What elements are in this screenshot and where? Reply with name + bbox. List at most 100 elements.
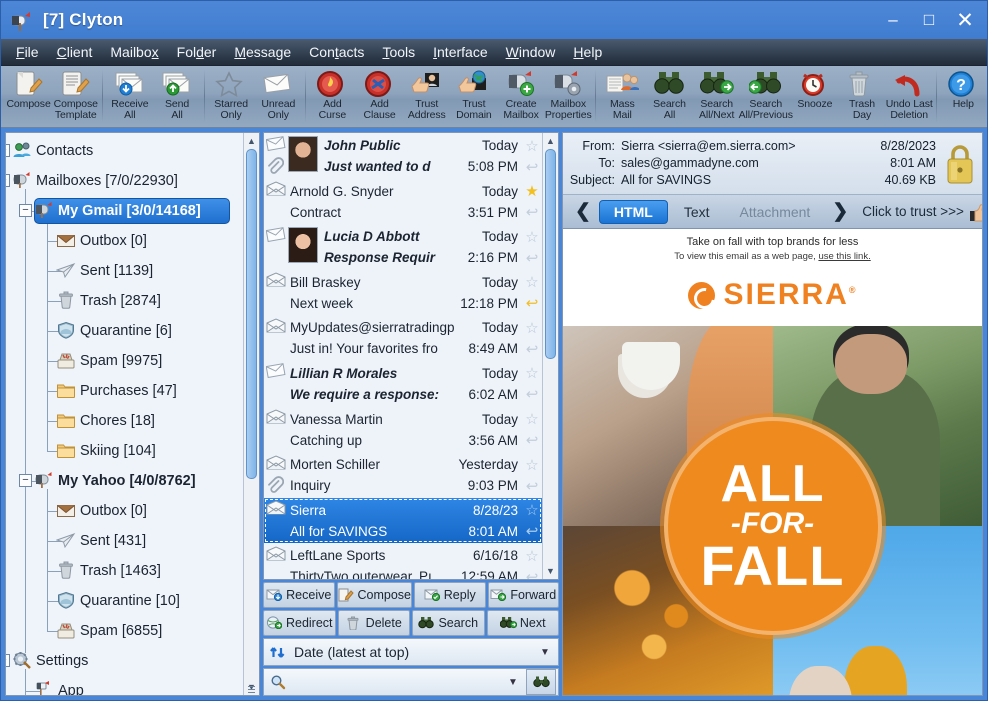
close-button[interactable]: ✕ bbox=[947, 5, 983, 35]
star-icon[interactable]: ☆ bbox=[522, 501, 542, 519]
resize-grip[interactable] bbox=[248, 686, 255, 694]
toolbar-button-undo-last-deletion[interactable]: Undo Last Deletion bbox=[886, 68, 933, 126]
tree-item-my-gmail-3-0-14168[interactable]: − My Gmail [3/0/14168] bbox=[6, 196, 243, 226]
tab-attachment[interactable]: Attachment bbox=[726, 201, 825, 223]
chevron-down-icon[interactable]: ▼ bbox=[534, 647, 556, 658]
toolbar-button-search-all[interactable]: Search All bbox=[646, 68, 693, 126]
tree-item-sent-1139[interactable]: Sent [1139] bbox=[6, 256, 243, 286]
reply-status-icon[interactable]: ↩ bbox=[522, 340, 542, 358]
compose-button[interactable]: Compose bbox=[336, 582, 412, 608]
search-button[interactable]: Search bbox=[412, 610, 485, 636]
reply-status-icon[interactable]: ↩ bbox=[522, 385, 542, 403]
chevron-left-icon[interactable]: ❮ bbox=[569, 200, 597, 223]
reply-status-icon[interactable]: ↩ bbox=[522, 249, 542, 267]
reply-button[interactable]: Reply bbox=[414, 582, 486, 608]
search-input[interactable] bbox=[290, 674, 502, 690]
reply-status-icon[interactable]: ↩ bbox=[522, 568, 542, 579]
message-row[interactable]: Lillian R Morales Today ☆ We require a resp… bbox=[264, 361, 542, 407]
collapse-minus-icon[interactable]: − bbox=[19, 474, 32, 487]
tab-text[interactable]: Text bbox=[670, 201, 724, 223]
receive-button[interactable]: Receive bbox=[263, 582, 335, 608]
message-row[interactable]: Morten Schiller Yesterday ☆ Inquiry 9:03 PM ↩ bbox=[264, 452, 542, 498]
menu-item-mailbox[interactable]: Mailbox bbox=[101, 41, 167, 63]
star-icon[interactable]: ☆ bbox=[522, 547, 542, 565]
star-icon[interactable]: ☆ bbox=[522, 137, 542, 155]
toolbar-button-compose-template[interactable]: Compose Template bbox=[52, 68, 99, 126]
menu-item-folder[interactable]: Folder bbox=[168, 41, 226, 63]
star-icon[interactable]: ☆ bbox=[522, 228, 542, 246]
tree-item-spam-6855[interactable]: Spam [6855] bbox=[6, 616, 243, 646]
reply-status-icon[interactable]: ↩ bbox=[522, 203, 542, 221]
tree-scroll-thumb[interactable] bbox=[246, 149, 257, 479]
star-icon[interactable]: ☆ bbox=[522, 456, 542, 474]
sort-selector[interactable]: Date (latest at top) ▼ bbox=[263, 638, 559, 666]
message-row[interactable]: Lucia D Abbott Today ☆ Response Requir 2:16 … bbox=[264, 224, 542, 270]
reply-status-icon[interactable]: ↩ bbox=[522, 522, 542, 540]
toolbar-button-mass-mail[interactable]: Mass Mail bbox=[599, 68, 646, 126]
message-row[interactable]: MyUpdates@sierratradingp Today ☆ Just in! Y… bbox=[264, 315, 542, 361]
toolbar-button-send-all[interactable]: Send All bbox=[153, 68, 200, 126]
toolbar-button-receive-all[interactable]: Receive All bbox=[106, 68, 153, 126]
tree-item-trash-2874[interactable]: Trash [2874] bbox=[6, 286, 243, 316]
tree-item-purchases-47[interactable]: Purchases [47] bbox=[6, 376, 243, 406]
toolbar-button-add-curse[interactable]: Add Curse bbox=[309, 68, 356, 126]
expand-plus-icon[interactable]: + bbox=[6, 144, 10, 157]
search-history-chevron-icon[interactable]: ▼ bbox=[502, 677, 524, 688]
scroll-down-icon[interactable]: ▼ bbox=[543, 563, 558, 579]
tree-item-contacts[interactable]: + Contacts bbox=[6, 136, 243, 166]
click-to-trust-label[interactable]: Click to trust >>> bbox=[862, 204, 964, 219]
star-icon[interactable]: ☆ bbox=[522, 319, 542, 337]
tree-item-trash-1463[interactable]: Trash [1463] bbox=[6, 556, 243, 586]
delete-button[interactable]: Delete bbox=[337, 610, 410, 636]
tree-scrollbar[interactable]: ▲ ▼ bbox=[243, 133, 259, 695]
star-icon[interactable]: ☆ bbox=[522, 273, 542, 291]
tree-item-sent-431[interactable]: Sent [431] bbox=[6, 526, 243, 556]
collapse-minus-icon[interactable]: − bbox=[6, 174, 10, 187]
tree-item-my-yahoo-4-0-8762[interactable]: − My Yahoo [4/0/8762] bbox=[6, 466, 243, 496]
menu-item-window[interactable]: Window bbox=[497, 41, 565, 63]
tree-item-settings[interactable]: − Settings bbox=[6, 646, 243, 676]
tree-item-quarantine-10[interactable]: Quarantine [10] bbox=[6, 586, 243, 616]
tree-scroll-track[interactable] bbox=[244, 149, 259, 679]
maximize-button[interactable]: □ bbox=[911, 5, 947, 35]
collapse-minus-icon[interactable]: − bbox=[19, 204, 32, 217]
email-hero-collage[interactable]: ALL -FOR- FALL bbox=[563, 326, 982, 695]
menu-item-contacts[interactable]: Contacts bbox=[300, 41, 373, 63]
thumbs-up-icon[interactable] bbox=[968, 201, 982, 223]
menu-item-tools[interactable]: Tools bbox=[373, 41, 424, 63]
tree-item-mailboxes-7-0-22930[interactable]: − Mailboxes [7/0/22930] bbox=[6, 166, 243, 196]
tree-item-app[interactable]: App bbox=[6, 676, 243, 695]
menu-item-client[interactable]: Client bbox=[48, 41, 102, 63]
toolbar-button-trust-domain[interactable]: Trust Domain bbox=[450, 68, 497, 126]
next-button[interactable]: Next bbox=[486, 610, 559, 636]
tree-item-quarantine-6[interactable]: Quarantine [6] bbox=[6, 316, 243, 346]
menu-item-interface[interactable]: Interface bbox=[424, 41, 496, 63]
tree-item-spam-9975[interactable]: Spam [9975] bbox=[6, 346, 243, 376]
message-row[interactable]: Sierra 8/28/23 ☆ All for SAVINGS 8:01 AM ↩ bbox=[264, 497, 542, 544]
toolbar-button-snooze[interactable]: Snooze bbox=[791, 68, 838, 126]
menu-item-help[interactable]: Help bbox=[564, 41, 611, 63]
tree-item-chores-18[interactable]: Chores [18] bbox=[6, 406, 243, 436]
toolbar-button-trust-address[interactable]: Trust Address bbox=[403, 68, 450, 126]
search-go-button[interactable] bbox=[526, 669, 556, 695]
message-scroll-track[interactable] bbox=[543, 149, 558, 563]
toolbar-button-mailbox-properties[interactable]: Mailbox Properties bbox=[545, 68, 592, 126]
forward-button[interactable]: Forward bbox=[487, 582, 559, 608]
redirect-button[interactable]: Redirect bbox=[263, 610, 336, 636]
message-row[interactable]: Bill Braskey Today ☆ Next week 12:18 PM ↩ bbox=[264, 270, 542, 316]
toolbar-button-search-all-previous[interactable]: Search All/Previous bbox=[739, 68, 793, 126]
toolbar-button-add-clause[interactable]: Add Clause bbox=[356, 68, 403, 126]
star-icon[interactable]: ★ bbox=[522, 182, 542, 200]
reply-status-icon[interactable]: ↩ bbox=[522, 294, 542, 312]
toolbar-button-create-mailbox[interactable]: Create Mailbox bbox=[497, 68, 544, 126]
star-icon[interactable]: ☆ bbox=[522, 410, 542, 428]
chevron-right-icon[interactable]: ❯ bbox=[826, 200, 854, 223]
reply-status-icon[interactable]: ↩ bbox=[522, 158, 542, 176]
tab-html[interactable]: HTML bbox=[598, 199, 668, 224]
search-bar[interactable]: ▼ bbox=[263, 668, 559, 696]
toolbar-button-compose[interactable]: Compose bbox=[5, 68, 52, 126]
message-list-scrollbar[interactable]: ▲ ▼ bbox=[542, 133, 558, 579]
toolbar-button-trash-day[interactable]: Trash Day bbox=[838, 68, 885, 126]
menu-item-message[interactable]: Message bbox=[225, 41, 300, 63]
tree-item-skiing-104[interactable]: Skiing [104] bbox=[6, 436, 243, 466]
